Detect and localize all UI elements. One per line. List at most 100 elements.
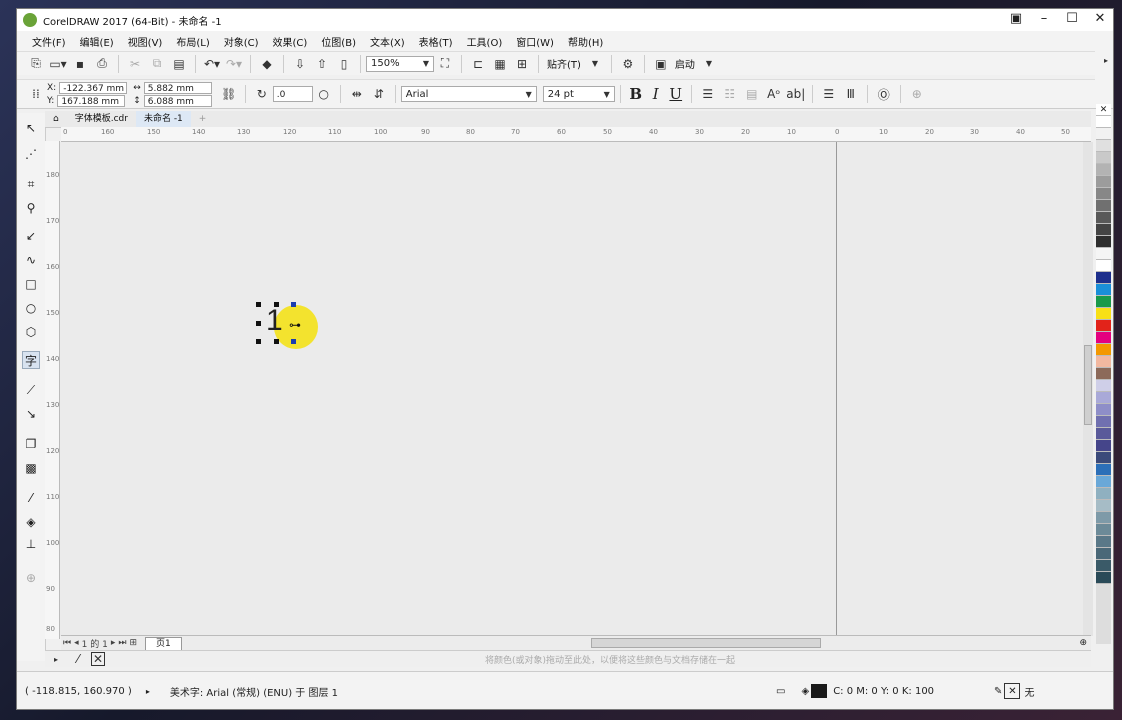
object-origin-icon[interactable]: ⁞⁞ bbox=[27, 85, 45, 103]
prev-page-icon[interactable]: ◂ bbox=[74, 638, 79, 648]
menu-tools[interactable]: 工具(O) bbox=[460, 34, 510, 49]
color-swatch[interactable] bbox=[1096, 212, 1111, 224]
tab-font-template[interactable]: 字体模板.cdr bbox=[67, 111, 136, 127]
open-folder-icon[interactable]: ▭▾ bbox=[49, 55, 67, 73]
menu-file[interactable]: 文件(F) bbox=[25, 34, 73, 49]
close-button[interactable]: ✕ bbox=[1093, 11, 1107, 27]
save-icon[interactable]: ▪ bbox=[71, 55, 89, 73]
color-swatch[interactable] bbox=[1096, 260, 1111, 272]
copy-icon[interactable]: ⧉ bbox=[148, 55, 166, 73]
color-swatch[interactable] bbox=[1096, 488, 1111, 500]
selection-handle[interactable] bbox=[256, 321, 261, 326]
next-page-icon[interactable]: ▸ bbox=[111, 638, 116, 648]
color-swatch[interactable] bbox=[1096, 272, 1111, 284]
expand-status-icon[interactable]: ▸ bbox=[146, 687, 150, 696]
eyedropper-tool-icon[interactable]: ⁄ bbox=[22, 489, 40, 507]
text-tool-icon[interactable]: 字 bbox=[22, 351, 40, 369]
drop-shadow-icon[interactable]: ❐ bbox=[22, 435, 40, 453]
color-swatch[interactable] bbox=[1096, 200, 1111, 212]
ellipse-tool-icon[interactable]: ○ bbox=[22, 299, 40, 317]
mirror-vertical-icon[interactable]: ⇵ bbox=[370, 85, 388, 103]
fill-color-swatch[interactable] bbox=[811, 684, 828, 698]
polygon-tool-icon[interactable]: ⬡ bbox=[22, 323, 40, 341]
color-swatch[interactable] bbox=[1096, 128, 1111, 140]
color-swatch[interactable] bbox=[1096, 368, 1111, 380]
color-swatch[interactable] bbox=[1096, 428, 1111, 440]
color-swatch[interactable] bbox=[1096, 308, 1111, 320]
undo-icon[interactable]: ↶▾ bbox=[203, 55, 221, 73]
redo-icon[interactable]: ↷▾ bbox=[225, 55, 243, 73]
menu-window[interactable]: 窗口(W) bbox=[509, 34, 561, 49]
horizontal-ruler[interactable]: 0 160 150 140 130 120 110 100 90 80 70 6… bbox=[61, 127, 1091, 142]
last-page-icon[interactable]: ⏭ bbox=[118, 638, 126, 648]
horizontal-text-icon[interactable]: ☰ bbox=[820, 85, 838, 103]
color-swatch[interactable] bbox=[1096, 464, 1111, 476]
mirror-horizontal-icon[interactable]: ⇹ bbox=[348, 85, 366, 103]
options-gear-icon[interactable]: ⚙ bbox=[619, 55, 637, 73]
menu-text[interactable]: 文本(X) bbox=[363, 34, 412, 49]
color-swatch[interactable] bbox=[1096, 572, 1111, 584]
tab-untitled-1[interactable]: 未命名 -1 bbox=[135, 111, 191, 127]
selection-handle[interactable] bbox=[274, 339, 279, 344]
vertical-ruler[interactable]: 180 170 160 150 140 130 120 110 100 90 8… bbox=[45, 141, 60, 639]
show-grid-icon[interactable]: ▦ bbox=[491, 55, 509, 73]
zoom-level-select[interactable]: 150% ▼ bbox=[366, 55, 434, 72]
character-formatting-icon[interactable]: Aᵒ bbox=[765, 85, 783, 103]
color-swatch[interactable] bbox=[1096, 392, 1111, 404]
zoom-navigator-icon[interactable]: ⊕ bbox=[1079, 638, 1087, 648]
pick-tool-icon[interactable]: ↖ bbox=[22, 119, 40, 137]
color-swatch[interactable] bbox=[1096, 512, 1111, 524]
transparency-tool-icon[interactable]: ▩ bbox=[22, 459, 40, 477]
italic-button[interactable]: I bbox=[646, 85, 666, 103]
user-account-icon[interactable]: ▣ bbox=[1009, 11, 1023, 27]
color-swatch[interactable] bbox=[1096, 536, 1111, 548]
menu-layout[interactable]: 布局(L) bbox=[169, 34, 216, 49]
color-eyedropper-icon[interactable]: ⁄ bbox=[69, 650, 87, 668]
no-color-swatch[interactable]: ✕ bbox=[91, 652, 105, 666]
menu-edit[interactable]: 编辑(E) bbox=[73, 34, 121, 49]
first-page-icon[interactable]: ⏮ bbox=[63, 638, 71, 648]
launch-menu[interactable]: 启动 bbox=[675, 56, 695, 71]
shape-tool-icon[interactable]: ⋰ bbox=[22, 145, 40, 163]
color-swatch[interactable] bbox=[1096, 140, 1111, 152]
menu-bitmaps[interactable]: 位图(B) bbox=[314, 34, 363, 49]
add-icon[interactable]: ⊕ bbox=[908, 85, 926, 103]
menu-table[interactable]: 表格(T) bbox=[412, 34, 460, 49]
add-page-icon[interactable]: ⊞ bbox=[129, 638, 137, 648]
publish-pdf-icon[interactable]: ▯ bbox=[335, 55, 353, 73]
launch-app-icon[interactable]: ▣ bbox=[652, 55, 670, 73]
color-swatch[interactable] bbox=[1096, 296, 1111, 308]
menu-view[interactable]: 视图(V) bbox=[121, 34, 170, 49]
snap-to-menu[interactable]: 贴齐(T) bbox=[547, 56, 581, 71]
color-swatch[interactable] bbox=[1096, 452, 1111, 464]
selection-handle[interactable] bbox=[274, 302, 279, 307]
font-family-select[interactable]: Arial ▼ bbox=[400, 86, 537, 102]
home-tab-icon[interactable]: ⌂ bbox=[45, 111, 67, 127]
palette-menu-icon[interactable]: ▸ bbox=[47, 650, 65, 668]
add-tool-icon[interactable]: ⊕ bbox=[22, 569, 40, 587]
color-swatch[interactable] bbox=[1096, 476, 1111, 488]
minimize-button[interactable]: – bbox=[1037, 11, 1051, 27]
edit-text-icon[interactable]: ab| bbox=[786, 85, 805, 103]
freehand-tool-icon[interactable]: ↙ bbox=[22, 227, 40, 245]
new-document-icon[interactable]: ⎘ bbox=[27, 55, 45, 73]
text-align-icon[interactable]: ☰ bbox=[699, 85, 717, 103]
smart-fill-icon[interactable]: ⊥ bbox=[22, 535, 40, 553]
color-swatch[interactable] bbox=[1096, 188, 1111, 200]
maximize-button[interactable]: ☐ bbox=[1065, 11, 1079, 27]
no-fill-swatch[interactable]: ✕ bbox=[1096, 104, 1111, 116]
page-tab-1[interactable]: 页1 bbox=[145, 636, 182, 650]
color-swatch[interactable] bbox=[1096, 560, 1111, 572]
color-swatch[interactable] bbox=[1096, 320, 1111, 332]
drawing-canvas[interactable]: 1 ⊶ bbox=[60, 142, 1083, 636]
color-swatch[interactable] bbox=[1096, 548, 1111, 560]
chevron-down-icon[interactable]: ▼ bbox=[700, 55, 718, 73]
font-size-select[interactable]: 24 pt ▼ bbox=[542, 86, 615, 102]
color-swatch[interactable] bbox=[1096, 416, 1111, 428]
scrollbar-thumb[interactable] bbox=[1084, 345, 1092, 425]
menu-help[interactable]: 帮助(H) bbox=[561, 34, 610, 49]
vertical-scrollbar[interactable] bbox=[1083, 142, 1093, 636]
selection-handle[interactable] bbox=[256, 339, 261, 344]
full-screen-icon[interactable]: ⛶ bbox=[436, 55, 454, 73]
new-tab-icon[interactable]: + bbox=[191, 111, 215, 127]
